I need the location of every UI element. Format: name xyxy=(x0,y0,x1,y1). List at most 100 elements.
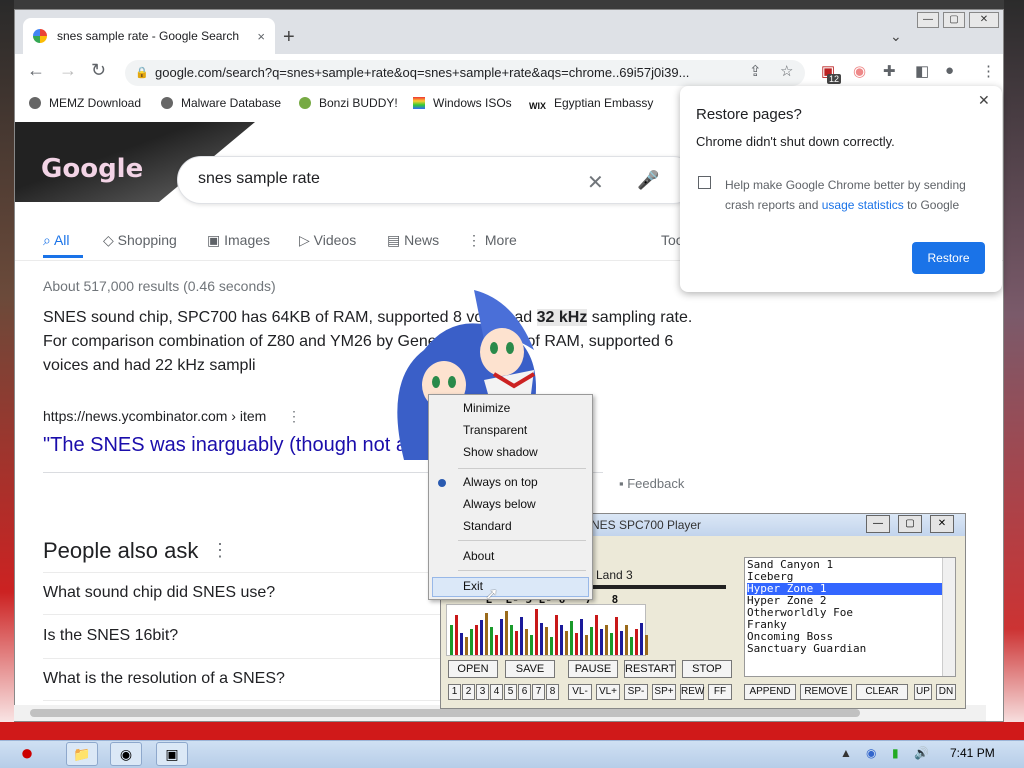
stop-button[interactable]: STOP xyxy=(682,660,732,678)
bookmark-star-icon[interactable]: ☆ xyxy=(780,62,793,80)
save-button[interactable]: SAVE xyxy=(505,660,555,678)
menu-item-standard[interactable]: Standard xyxy=(463,519,512,533)
scrollbar-thumb[interactable] xyxy=(30,709,860,717)
paa-question[interactable]: What sound chip did SNES use? xyxy=(43,584,275,602)
channel-toggle-2[interactable]: 2 xyxy=(462,684,475,700)
result-menu-icon[interactable]: ⋮ xyxy=(287,408,301,425)
microphone-icon[interactable]: 🎤 xyxy=(637,170,659,191)
tab-videos[interactable]: ▷ Videos xyxy=(299,232,356,249)
bookmark-windows-isos[interactable]: Windows ISOs xyxy=(413,96,512,110)
google-logo[interactable]: Google xyxy=(41,154,143,184)
browser-tab[interactable]: snes sample rate - Google Search × xyxy=(23,18,275,54)
up-button[interactable]: UP xyxy=(914,684,932,700)
mascot-tray-icon[interactable]: ◉ xyxy=(866,746,876,760)
search-input[interactable]: snes sample rate xyxy=(177,156,697,204)
ff-button[interactable]: FF xyxy=(708,684,732,700)
clear-search-icon[interactable]: ✕ xyxy=(587,170,604,195)
back-icon[interactable]: ← xyxy=(27,60,45,81)
menu-kebab-icon[interactable]: ⋮ xyxy=(981,62,996,80)
channel-toggle-1[interactable]: 1 xyxy=(448,684,461,700)
spc-minimize-button[interactable]: — xyxy=(866,515,890,533)
vl-button[interactable]: VL+ xyxy=(596,684,620,700)
paa-question[interactable]: Is the SNES 16bit? xyxy=(43,627,178,645)
tray-expand-icon[interactable]: ▲ xyxy=(840,746,852,760)
bookmark-bonzi-buddy[interactable]: Bonzi BUDDY! xyxy=(299,96,398,110)
desktop-wallpaper-left xyxy=(0,0,14,740)
result-url[interactable]: https://news.ycombinator.com › item xyxy=(43,408,266,424)
usage-statistics-link[interactable]: usage statistics xyxy=(822,198,904,212)
visualizer-bar xyxy=(455,615,458,655)
paa-question[interactable]: What is the resolution of a SNES? xyxy=(43,670,285,688)
tab-images[interactable]: ▣ Images xyxy=(207,232,270,249)
chrome-taskbar-icon[interactable]: ◉ xyxy=(110,742,142,766)
tab-shopping[interactable]: ◇ Shopping xyxy=(103,232,177,249)
menu-item-transparent[interactable]: Transparent xyxy=(463,423,527,437)
menu-item-minimize[interactable]: Minimize xyxy=(463,401,510,415)
dn-button[interactable]: DN xyxy=(936,684,956,700)
sp-button[interactable]: SP- xyxy=(624,684,648,700)
bookmark-malware-database[interactable]: Malware Database xyxy=(161,96,281,110)
append-button[interactable]: APPEND xyxy=(744,684,796,700)
paa-menu-icon[interactable]: ⋮ xyxy=(211,540,229,561)
menu-item-exit[interactable]: Exit xyxy=(463,579,483,593)
file-explorer-icon[interactable]: 📁 xyxy=(66,742,98,766)
new-tab-button[interactable]: + xyxy=(283,26,295,49)
window-maximize-button[interactable]: ▢ xyxy=(943,12,965,28)
spc-player-taskbar-icon[interactable]: ▣ xyxy=(156,742,188,766)
volume-icon[interactable]: 🔊 xyxy=(914,746,929,760)
reload-icon[interactable]: ↻ xyxy=(91,60,106,81)
side-panel-icon[interactable]: ◧ xyxy=(915,62,929,80)
restart-button[interactable]: RESTART xyxy=(624,660,676,678)
channel-toggle-4[interactable]: 4 xyxy=(490,684,503,700)
open-button[interactable]: OPEN xyxy=(448,660,498,678)
pause-button[interactable]: PAUSE xyxy=(568,660,618,678)
forward-icon[interactable]: → xyxy=(59,60,77,81)
channel-toggle-7[interactable]: 7 xyxy=(532,684,545,700)
channel-toggle-5[interactable]: 5 xyxy=(504,684,517,700)
tab-search-icon[interactable]: ⌄ xyxy=(890,28,902,45)
result-title-link[interactable]: "The SNES was inarguably (though not a xyxy=(43,434,407,457)
angry-bird-icon[interactable]: ● xyxy=(4,740,50,768)
share-icon[interactable]: ⇪ xyxy=(749,62,762,80)
taskbar-clock[interactable]: 7:41 PM xyxy=(950,746,995,760)
address-bar[interactable]: google.com/search?q=snes+sample+rate&oq=… xyxy=(125,60,805,86)
remove-button[interactable]: REMOVE xyxy=(800,684,852,700)
lock-icon[interactable]: 🔒 xyxy=(135,66,149,79)
bookmark-egyptian-embassy[interactable]: WIX Egyptian Embassy xyxy=(529,96,653,113)
vl-button[interactable]: VL- xyxy=(568,684,592,700)
bookmark-memz[interactable]: MEMZ Download xyxy=(29,96,141,110)
clear-button[interactable]: CLEAR xyxy=(856,684,908,700)
battery-icon[interactable]: ▮ xyxy=(892,746,899,760)
channel-toggle-8[interactable]: 8 xyxy=(546,684,559,700)
channel-toggle-3[interactable]: 3 xyxy=(476,684,489,700)
tab-more[interactable]: ⋮ More xyxy=(467,232,517,249)
close-icon[interactable]: ✕ xyxy=(978,92,990,109)
menu-item-show-shadow[interactable]: Show shadow xyxy=(463,445,538,459)
visualizer-bar xyxy=(640,623,643,655)
menu-item-always-below[interactable]: Always below xyxy=(463,497,536,511)
tab-news[interactable]: ▤ News xyxy=(387,232,439,249)
tab-close-icon[interactable]: × xyxy=(257,29,265,44)
menu-item-about[interactable]: About xyxy=(463,549,494,563)
profile-icon[interactable]: ● xyxy=(945,62,954,79)
visualizer-bar xyxy=(560,625,563,655)
visualizer-bar xyxy=(465,637,468,655)
crash-report-checkbox[interactable] xyxy=(698,176,711,189)
channel-toggle-6[interactable]: 6 xyxy=(518,684,531,700)
flag-extension-icon[interactable]: ◉ xyxy=(853,62,866,80)
spc-close-button[interactable]: ✕ xyxy=(930,515,954,533)
rew-button[interactable]: REW xyxy=(680,684,704,700)
news-icon: ▤ xyxy=(387,232,405,248)
extensions-puzzle-icon[interactable]: ✚ xyxy=(883,62,896,80)
menu-item-always-on-top[interactable]: Always on top xyxy=(463,475,538,489)
window-minimize-button[interactable]: — xyxy=(917,12,939,28)
playlist-item[interactable]: Sanctuary Guardian xyxy=(747,643,953,655)
spc-maximize-button[interactable]: ▢ xyxy=(898,515,922,533)
playlist-scrollbar[interactable] xyxy=(942,558,955,676)
restore-button[interactable]: Restore xyxy=(912,242,985,274)
playlist[interactable]: Sand Canyon 1 Iceberg Hyper Zone 1 Hyper Zo… xyxy=(744,557,956,677)
window-close-button[interactable]: ✕ xyxy=(969,12,999,28)
tab-all[interactable]: ⌕ All xyxy=(43,232,70,249)
sp-button[interactable]: SP+ xyxy=(652,684,676,700)
feedback-link[interactable]: ▪ Feedback xyxy=(619,476,684,491)
